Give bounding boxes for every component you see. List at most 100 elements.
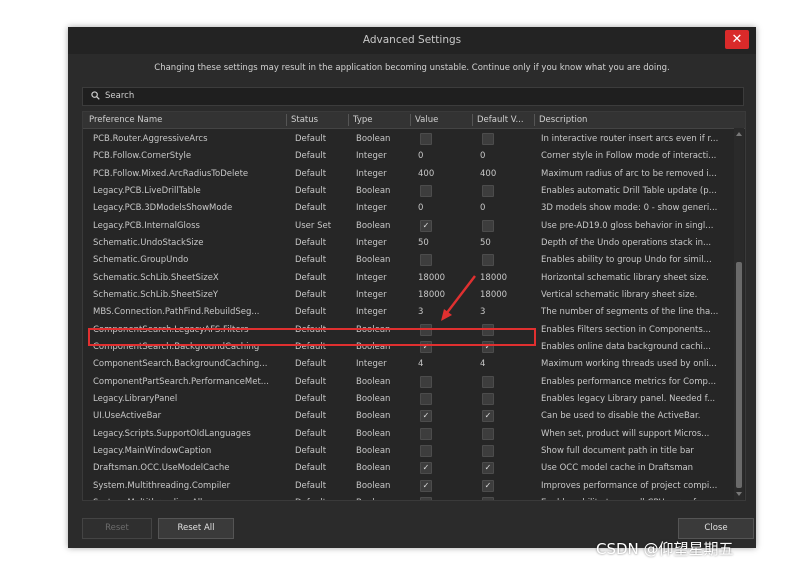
type-cell: Integer bbox=[356, 168, 387, 179]
default-value-cell: 400 bbox=[480, 168, 497, 179]
close-icon[interactable]: ✕ bbox=[725, 30, 749, 49]
table-row[interactable]: ComponentSearch.BackgroundCaching... Def… bbox=[83, 355, 733, 372]
type-cell: Boolean bbox=[356, 463, 391, 474]
table-row[interactable]: Legacy.PCB.3DModelsShowMode Default Inte… bbox=[83, 199, 733, 216]
search-icon bbox=[91, 91, 100, 100]
status-cell: User Set bbox=[295, 220, 332, 231]
value-checkbox[interactable] bbox=[420, 496, 432, 500]
preference-name: System.Multithreading.Compiler bbox=[93, 480, 231, 491]
value-checkbox[interactable]: ✓ bbox=[420, 410, 432, 423]
table-row[interactable]: Legacy.MainWindowCaption Default Boolean… bbox=[83, 442, 733, 459]
value-checkbox[interactable] bbox=[420, 375, 432, 388]
preference-name: ComponentPartSearch.PerformanceMet... bbox=[93, 376, 269, 387]
value-cell[interactable]: 400 bbox=[418, 169, 474, 179]
search-input[interactable]: Search bbox=[82, 87, 744, 106]
title-bar[interactable]: Advanced Settings ✕ bbox=[68, 27, 756, 54]
table-row[interactable]: Schematic.UndoStackSize Default Integer … bbox=[83, 234, 733, 251]
default-value-cell: 18000 bbox=[480, 289, 508, 300]
table-row[interactable]: ComponentPartSearch.PerformanceMet... De… bbox=[83, 373, 733, 390]
table-row[interactable]: Legacy.PCB.LiveDrillTable Default Boolea… bbox=[83, 182, 733, 199]
table-row[interactable]: Draftsman.OCC.UseModelCache Default Bool… bbox=[83, 459, 733, 476]
preference-name: ComponentSearch.BackgroundCaching... bbox=[93, 359, 268, 370]
value-checkbox[interactable] bbox=[420, 427, 432, 440]
column-header-description[interactable]: Description bbox=[539, 115, 587, 125]
column-header-value[interactable]: Value bbox=[415, 115, 438, 125]
scrollbar-thumb[interactable] bbox=[736, 262, 742, 488]
table-row[interactable]: Legacy.LibraryPanel Default Boolean Enab… bbox=[83, 390, 733, 407]
default-value-cell: 50 bbox=[480, 237, 491, 248]
table-row[interactable]: PCB.Follow.Mixed.ArcRadiusToDelete Defau… bbox=[83, 165, 733, 182]
description-cell: 3D models show mode: 0 - show generi... bbox=[541, 203, 718, 214]
column-divider[interactable] bbox=[348, 114, 349, 126]
table-body: PCB.Router.AggressiveArcs Default Boolea… bbox=[83, 130, 733, 500]
column-header-status[interactable]: Status bbox=[291, 115, 318, 125]
column-header-type[interactable]: Type bbox=[353, 115, 373, 125]
value-checkbox[interactable] bbox=[420, 184, 432, 197]
table-row[interactable]: Schematic.SchLib.SheetSizeY Default Inte… bbox=[83, 286, 733, 303]
scroll-down-icon[interactable] bbox=[736, 492, 742, 496]
value-cell[interactable]: 50 bbox=[418, 238, 474, 248]
close-button[interactable]: Close bbox=[678, 518, 754, 539]
value-cell[interactable]: 0 bbox=[418, 203, 474, 213]
description-cell: Depth of the Undo operations stack in... bbox=[541, 237, 712, 248]
preference-name: PCB.Follow.CornerStyle bbox=[93, 151, 192, 162]
value-checkbox[interactable] bbox=[420, 133, 432, 145]
value-checkbox[interactable] bbox=[420, 254, 432, 267]
description-cell: Use OCC model cache in Draftsman bbox=[541, 463, 694, 474]
description-cell: Improves performance of project compi... bbox=[541, 480, 718, 491]
table-row[interactable]: UI.UseActiveBar Default Boolean ✓ ✓ Can … bbox=[83, 407, 733, 424]
default-value-cell: 18000 bbox=[480, 272, 508, 283]
status-cell: Default bbox=[295, 480, 327, 491]
value-checkbox[interactable] bbox=[420, 392, 432, 405]
table-row[interactable]: System.Multithreading.All Default Boolea… bbox=[83, 494, 733, 500]
status-cell: Default bbox=[295, 445, 327, 456]
table-row[interactable]: Legacy.PCB.InternalGloss User Set Boolea… bbox=[83, 217, 733, 234]
column-divider[interactable] bbox=[534, 114, 535, 126]
preference-name: PCB.Follow.Mixed.ArcRadiusToDelete bbox=[93, 168, 249, 179]
value-checkbox[interactable]: ✓ bbox=[420, 479, 432, 492]
preference-name: Legacy.Scripts.SupportOldLanguages bbox=[93, 428, 251, 439]
status-cell: Default bbox=[295, 307, 327, 318]
reset-all-button[interactable]: Reset All bbox=[158, 518, 234, 539]
description-cell: The number of segments of the line tha..… bbox=[541, 307, 719, 318]
highlight-annotation bbox=[88, 328, 536, 346]
description-cell: When set, product will support Micros... bbox=[541, 428, 710, 439]
value-checkbox[interactable]: ✓ bbox=[420, 462, 432, 475]
table-row[interactable]: Schematic.GroupUndo Default Boolean Enab… bbox=[83, 251, 733, 268]
table-row[interactable]: MBS.Connection.PathFind.RebuildSeg... De… bbox=[83, 303, 733, 320]
column-divider[interactable] bbox=[410, 114, 411, 126]
column-header-default-value[interactable]: Default V... bbox=[477, 115, 533, 125]
type-cell: Boolean bbox=[356, 393, 391, 404]
status-cell: Default bbox=[295, 498, 351, 500]
default-value-checkbox bbox=[482, 184, 494, 197]
preference-name: PCB.Router.AggressiveArcs bbox=[93, 134, 208, 144]
table-row[interactable]: PCB.Follow.CornerStyle Default Integer 0… bbox=[83, 147, 733, 164]
value-cell[interactable]: 0 bbox=[418, 151, 474, 161]
column-header-name[interactable]: Preference Name bbox=[89, 115, 162, 125]
type-cell: Boolean bbox=[356, 428, 391, 439]
table-row[interactable]: System.Multithreading.Compiler Default B… bbox=[83, 477, 733, 494]
type-cell: Integer bbox=[356, 289, 387, 300]
type-cell: Integer bbox=[356, 307, 387, 318]
type-cell: Boolean bbox=[356, 498, 412, 500]
description-cell: Maximum working threads used by onli... bbox=[541, 359, 717, 370]
description-cell: Corner style in Follow mode of interacti… bbox=[541, 151, 717, 162]
preference-name: Legacy.PCB.InternalGloss bbox=[93, 220, 200, 231]
type-cell: Integer bbox=[356, 151, 387, 162]
value-checkbox[interactable] bbox=[420, 444, 432, 457]
column-divider[interactable] bbox=[286, 114, 287, 126]
table-row[interactable]: Schematic.SchLib.SheetSizeX Default Inte… bbox=[83, 269, 733, 286]
table-row[interactable]: PCB.Router.AggressiveArcs Default Boolea… bbox=[83, 130, 733, 147]
type-cell: Integer bbox=[356, 237, 387, 248]
table-header: Preference Name Status Type Value Defaul… bbox=[83, 112, 745, 129]
value-checkbox[interactable]: ✓ bbox=[420, 219, 432, 232]
table-row[interactable]: Legacy.Scripts.SupportOldLanguages Defau… bbox=[83, 425, 733, 442]
description-cell: Enables online data background cachi... bbox=[541, 341, 711, 352]
value-cell[interactable]: 4 bbox=[418, 359, 474, 369]
scroll-up-icon[interactable] bbox=[736, 132, 742, 136]
column-divider[interactable] bbox=[472, 114, 473, 126]
preference-name: Legacy.PCB.LiveDrillTable bbox=[93, 185, 201, 196]
red-arrow-annotation bbox=[441, 275, 476, 321]
vertical-scrollbar[interactable] bbox=[734, 128, 744, 500]
reset-button[interactable]: Reset bbox=[82, 518, 152, 539]
